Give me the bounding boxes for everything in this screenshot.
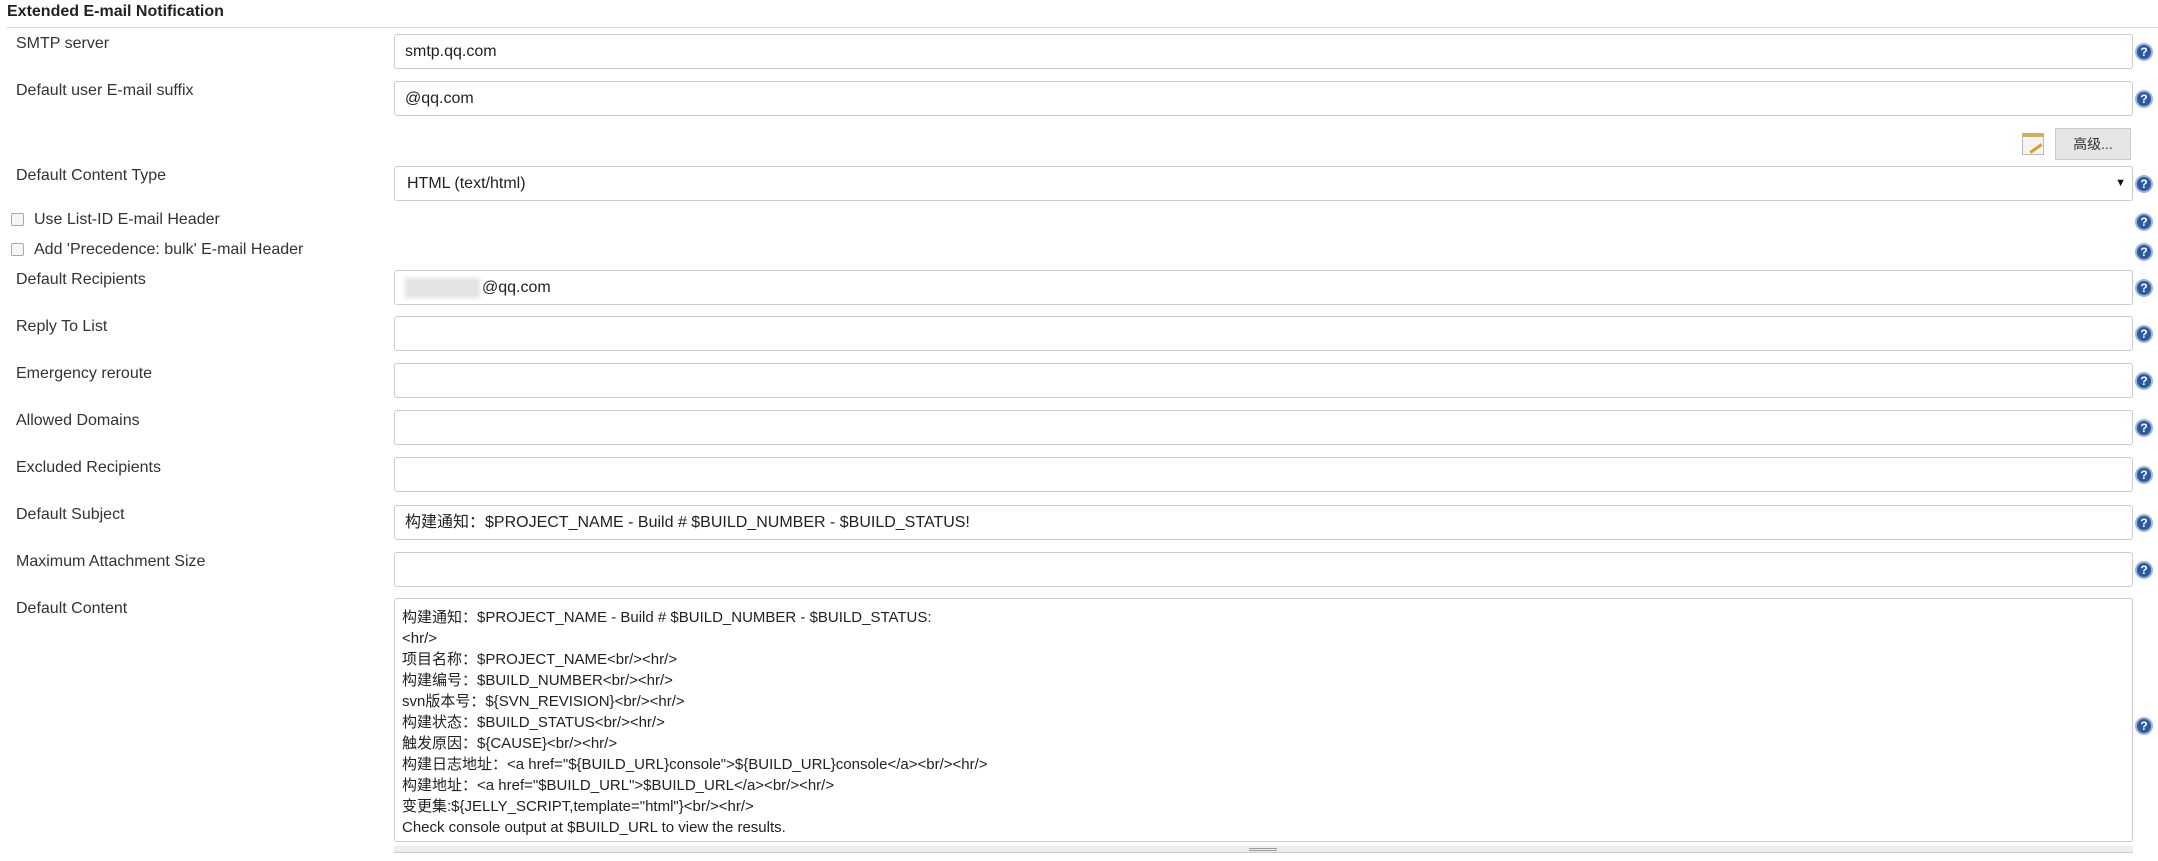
- notepad-icon[interactable]: [2022, 133, 2044, 155]
- help-icon[interactable]: ?: [2135, 243, 2153, 261]
- use-list-id-label: Use List-ID E-mail Header: [34, 211, 220, 228]
- content-type-label: Default Content Type: [16, 167, 167, 184]
- use-list-id-checkbox[interactable]: [11, 213, 24, 226]
- default-subject-label: Default Subject: [16, 506, 125, 523]
- textarea-resize-handle[interactable]: [394, 846, 2133, 853]
- max-attachment-input[interactable]: [394, 552, 2133, 587]
- help-icon[interactable]: ?: [2135, 43, 2153, 61]
- precedence-bulk-checkbox[interactable]: [11, 243, 24, 256]
- smtp-server-input[interactable]: smtp.qq.com: [394, 34, 2133, 69]
- default-content-textarea[interactable]: 构建通知：$PROJECT_NAME - Build # $BUILD_NUMB…: [394, 598, 2133, 842]
- help-icon[interactable]: ?: [2135, 561, 2153, 579]
- allowed-domains-input[interactable]: [394, 410, 2133, 445]
- emergency-reroute-label: Emergency reroute: [16, 365, 153, 382]
- grip-icon: [1249, 848, 1277, 851]
- default-subject-input[interactable]: 构建通知：$PROJECT_NAME - Build # $BUILD_NUMB…: [394, 505, 2133, 540]
- help-icon[interactable]: ?: [2135, 279, 2153, 297]
- emergency-reroute-input[interactable]: [394, 363, 2133, 398]
- divider: [6, 27, 2158, 28]
- precedence-bulk-label: Add 'Precedence: bulk' E-mail Header: [34, 241, 304, 258]
- email-suffix-label: Default user E-mail suffix: [16, 82, 194, 99]
- recipients-label: Default Recipients: [16, 271, 146, 288]
- reply-to-label: Reply To List: [16, 318, 108, 335]
- content-type-value: HTML (text/html): [407, 175, 526, 192]
- help-icon[interactable]: ?: [2135, 514, 2153, 532]
- help-icon[interactable]: ?: [2135, 90, 2153, 108]
- recipients-input[interactable]: @qq.com: [394, 270, 2133, 305]
- excluded-recipients-label: Excluded Recipients: [16, 459, 161, 476]
- content-type-select[interactable]: HTML (text/html) ▼: [394, 166, 2133, 201]
- help-icon[interactable]: ?: [2135, 466, 2153, 484]
- help-icon[interactable]: ?: [2135, 213, 2153, 231]
- default-content-label: Default Content: [16, 600, 128, 617]
- help-icon[interactable]: ?: [2135, 717, 2153, 735]
- advanced-button[interactable]: 高级...: [2055, 128, 2131, 160]
- help-icon[interactable]: ?: [2135, 175, 2153, 193]
- chevron-down-icon: ▼: [2115, 177, 2126, 189]
- help-icon[interactable]: ?: [2135, 325, 2153, 343]
- max-attachment-label: Maximum Attachment Size: [16, 553, 206, 570]
- email-suffix-input[interactable]: @qq.com: [394, 81, 2133, 116]
- allowed-domains-label: Allowed Domains: [16, 412, 140, 429]
- redacted-text: [405, 277, 480, 298]
- recipients-value: @qq.com: [482, 279, 551, 296]
- section-title: Extended E-mail Notification: [7, 3, 224, 20]
- help-icon[interactable]: ?: [2135, 372, 2153, 390]
- help-icon[interactable]: ?: [2135, 419, 2153, 437]
- reply-to-input[interactable]: [394, 316, 2133, 351]
- smtp-server-label: SMTP server: [16, 35, 110, 52]
- excluded-recipients-input[interactable]: [394, 457, 2133, 492]
